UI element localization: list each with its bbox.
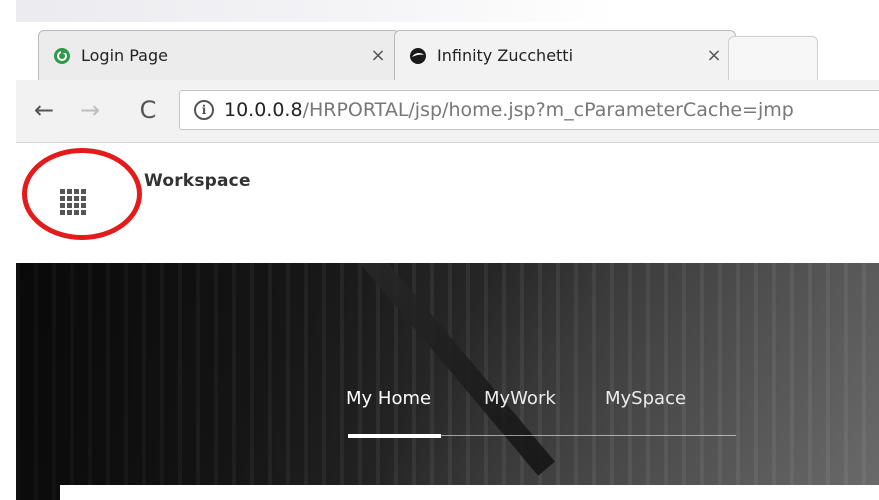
url-host: 10.0.0.8 (224, 99, 303, 121)
tab-my-home[interactable]: My Home (346, 388, 431, 409)
hero-nav-active-indicator (348, 434, 441, 438)
new-tab-icon[interactable] (728, 36, 818, 80)
tab-mywork[interactable]: MyWork (484, 388, 556, 409)
tab-infinity-zucchetti[interactable]: Infinity Zucchetti × (394, 30, 736, 80)
app-header: Workspace (16, 143, 879, 263)
login-page-favicon (53, 47, 71, 65)
back-arrow-icon[interactable]: ← (28, 94, 60, 126)
browser-toolbar: ← → C i 10.0.0.8/HRPORTAL/jsp/home.jsp?m… (16, 80, 879, 143)
tab-infinity-zucchetti-title: Infinity Zucchetti (437, 46, 574, 65)
tab-login-page-title: Login Page (81, 46, 168, 65)
reload-icon[interactable]: C (132, 94, 164, 126)
info-icon[interactable]: i (194, 100, 214, 120)
close-icon[interactable]: × (699, 45, 729, 66)
browser-window: Login Page × Infinity Zucchetti × ← → C … (16, 0, 879, 500)
infinity-zucchetti-favicon (409, 47, 427, 65)
content-top-edge (60, 485, 879, 500)
address-bar[interactable]: i 10.0.0.8/HRPORTAL/jsp/home.jsp?m_cPara… (179, 90, 879, 130)
tab-login-page[interactable]: Login Page × (38, 30, 400, 80)
highlight-circle (22, 148, 142, 240)
close-icon[interactable]: × (363, 45, 393, 66)
hero-shade (16, 263, 436, 500)
url-path: /HRPORTAL/jsp/home.jsp?m_cParameterCache… (302, 99, 794, 121)
tab-strip: Login Page × Infinity Zucchetti × (16, 22, 879, 80)
page-title: Workspace (144, 171, 251, 191)
tab-myspace[interactable]: MySpace (605, 388, 686, 409)
hero-banner: My Home MyWork MySpace (16, 263, 879, 500)
forward-arrow-icon[interactable]: → (74, 94, 106, 126)
